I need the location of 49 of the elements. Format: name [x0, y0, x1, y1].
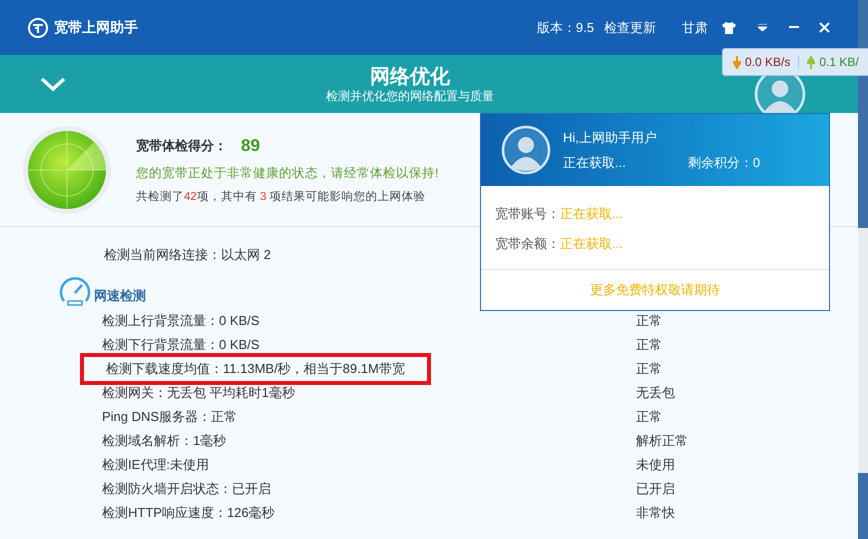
check-status: 正常 [636, 312, 662, 330]
check-item: 检测下载速度均值：11.13MB/秒，相当于89.1M带宽 [80, 353, 431, 385]
field-value: 正在获取... [560, 205, 623, 223]
user-greeting: Hi,上网助手用户 [563, 128, 658, 146]
score-label: 宽带体检得分： [136, 136, 227, 155]
logo-icon [28, 18, 48, 38]
check-item: 检测防火墙开启状态：已开启 [101, 480, 272, 498]
down-arrow-icon [733, 56, 741, 68]
field-label: 宽带余额： [495, 234, 560, 252]
check-item: Ping DNS服务器：正常 [101, 408, 238, 426]
check-status: 解析正常 [636, 432, 688, 450]
check-item: 检测IE代理:未使用 [101, 456, 210, 474]
check-status: 正常 [636, 360, 662, 378]
check-item: 检测下行背景流量：0 KB/S [101, 336, 260, 354]
user-status: 正在获取... [563, 154, 626, 172]
minimize-icon[interactable] [789, 26, 799, 29]
check-item: 检测HTTP响应速度：126毫秒 [101, 504, 276, 522]
header-subtitle: 检测并优化您的网络配置与质量 [326, 88, 494, 104]
upload-speed: 0.1 KB/ [819, 54, 859, 71]
check-status: 无丢包 [636, 384, 675, 402]
health-message: 您的宽带正处于非常健康的状态，请经常体检以保持! [136, 165, 438, 182]
check-item: 检测上行背景流量：0 KB/S [101, 312, 260, 330]
up-arrow-icon [807, 56, 816, 68]
check-item: 检测网关：无丢包 平均耗时1毫秒 [101, 384, 296, 402]
section-title: 网速检测 [94, 287, 146, 306]
shirt-icon[interactable] [722, 22, 736, 34]
check-status: 非常快 [636, 504, 675, 522]
field-value: 正在获取... [560, 234, 623, 252]
check-status: 已开启 [636, 480, 675, 498]
check-summary: 共检测了42项，其中有 3 项结果可能影响您的上网体验 [136, 190, 427, 205]
check-status: 正常 [636, 336, 662, 354]
points-label: 剩余积分：0 [688, 154, 760, 172]
collapse-chevron-icon[interactable] [40, 76, 66, 92]
app-title: 宽带上网助手 [54, 18, 138, 37]
header-title: 网络优化 [370, 64, 450, 88]
check-item: 检测域名解析：1毫秒 [101, 432, 228, 450]
check-status: 未使用 [636, 456, 675, 474]
check-update-link[interactable]: 检查更新 [604, 18, 656, 38]
download-speed: 0.0 KB/s [745, 54, 790, 71]
score-value: 89 [241, 134, 260, 157]
close-icon[interactable] [819, 22, 830, 33]
user-avatar-icon [501, 125, 551, 175]
speedometer-icon [58, 275, 92, 307]
check-item: 检测当前网络连接：以太网 2 [104, 246, 271, 264]
field-label: 宽带账号： [495, 205, 560, 223]
region-label: 甘肃 [682, 18, 708, 37]
version-label: 版本：9.5 [536, 18, 594, 37]
dropdown-icon[interactable] [758, 24, 767, 31]
check-status: 正常 [636, 408, 662, 426]
